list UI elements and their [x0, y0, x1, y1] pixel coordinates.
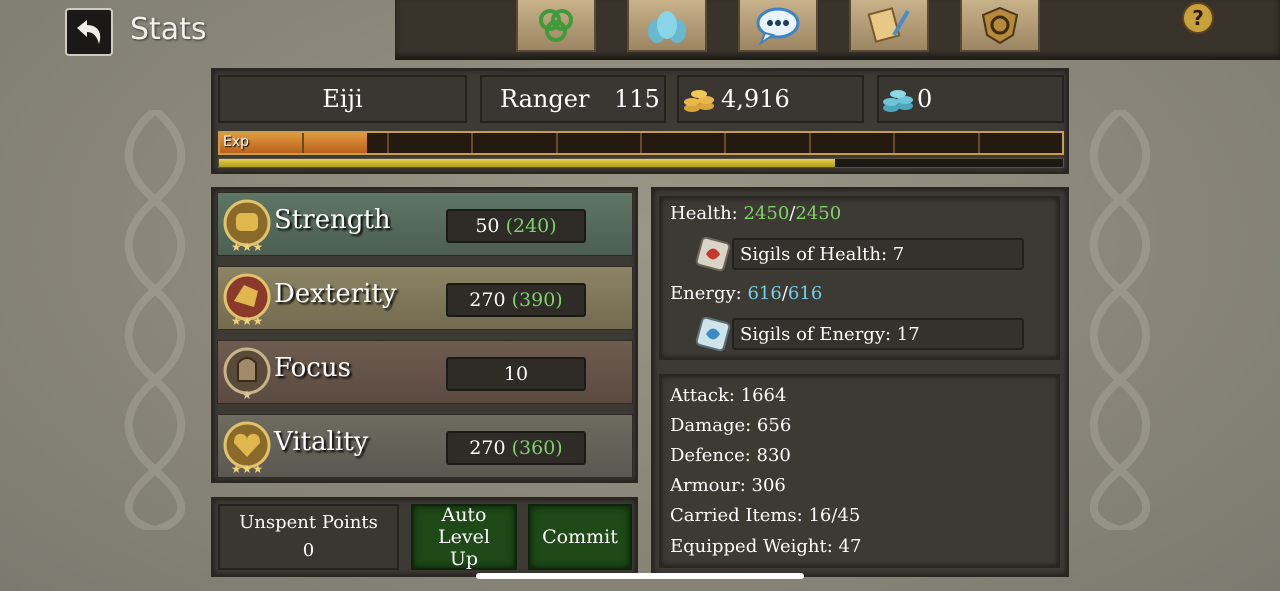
stat-name: Dexterity	[274, 279, 397, 309]
gold-amount: 4,916	[721, 85, 790, 113]
svg-text:★★★: ★★★	[231, 314, 263, 327]
health-line: Health: 2450/2450	[670, 203, 841, 224]
attribute-equipped-weight: Equipped Weight: 47	[670, 536, 862, 557]
stat-name: Strength	[274, 205, 391, 235]
dexterity-gauntlet-icon: ★★★	[223, 273, 271, 327]
svg-text:★★★: ★★★	[231, 462, 263, 475]
attribute-defence: Defence: 830	[670, 445, 791, 466]
svg-text:★: ★	[242, 388, 253, 401]
auto-level-up-button[interactable]: Auto Level Up	[411, 504, 517, 570]
crystals-amount: 0	[917, 85, 933, 113]
stat-base: 270	[469, 437, 506, 459]
celtic-knot-right-decoration	[1089, 110, 1151, 530]
quest-scroll-icon	[867, 7, 910, 43]
energy-line: Energy: 616/616	[670, 283, 822, 304]
sigils-energy-box: Sigils of Energy: 17	[732, 318, 1024, 350]
health-sigil-icon	[695, 236, 731, 272]
crystals-box: 0	[877, 75, 1064, 123]
exp-sub-bar-fill	[219, 159, 836, 167]
energy-label: Energy:	[670, 283, 742, 304]
class-level-box: Ranger 115	[480, 75, 666, 123]
sigils-energy-text: Sigils of Energy: 17	[740, 324, 920, 345]
unspent-points-label: Unspent Points	[239, 512, 378, 533]
energy-max: 616	[787, 283, 823, 304]
celtic-knot-left-decoration	[124, 110, 186, 530]
tab-chat[interactable]	[738, 0, 818, 52]
top-tab-bar	[395, 0, 1280, 60]
character-class: Ranger	[500, 85, 590, 113]
stat-value-box: 270 (390)	[446, 283, 586, 317]
stat-row-strength[interactable]: ★★★ Strength 50 (240)	[217, 192, 633, 256]
health-current: 2450	[743, 203, 790, 224]
sigils-health-box: Sigils of Health: 7	[732, 238, 1024, 270]
stat-row-dexterity[interactable]: ★★★ Dexterity 270 (390)	[217, 266, 633, 330]
tab-guild[interactable]	[960, 0, 1040, 52]
page-title: Stats	[130, 12, 207, 47]
commit-label: Commit	[542, 526, 618, 548]
vitality-heart-icon: ★★★	[223, 421, 271, 475]
commit-button[interactable]: Commit	[528, 504, 632, 570]
gold-coins-icon	[684, 90, 714, 112]
help-button[interactable]: ?	[1182, 2, 1214, 34]
stat-value-box: 10	[446, 357, 586, 391]
stat-name: Vitality	[274, 427, 369, 457]
attribute-armour: Armour: 306	[670, 475, 786, 496]
sigils-health-text: Sigils of Health: 7	[740, 244, 905, 265]
stat-value-box: 270 (360)	[446, 431, 586, 465]
tab-quests[interactable]	[849, 0, 929, 52]
health-label: Health:	[670, 203, 738, 224]
character-level: 115	[614, 85, 660, 113]
character-name-text: Eiji	[322, 85, 363, 113]
focus-helm-icon: ★	[223, 347, 271, 401]
crystal-coins-icon	[883, 90, 913, 112]
stat-row-focus[interactable]: ★ Focus 10	[217, 340, 633, 404]
stat-value-box: 50 (240)	[446, 209, 586, 243]
guild-shield-icon	[981, 6, 1019, 45]
stat-row-vitality[interactable]: ★★★ Vitality 270 (360)	[217, 414, 633, 478]
tab-skills[interactable]	[516, 0, 596, 52]
chat-icon	[756, 7, 800, 45]
svg-text:★★★: ★★★	[231, 240, 263, 253]
energy-current: 616	[747, 283, 782, 304]
stat-name: Focus	[274, 353, 351, 383]
auto-level-up-label: Auto Level Up	[438, 504, 490, 570]
character-name: Eiji	[218, 75, 467, 123]
attribute-damage: Damage: 656	[670, 415, 792, 436]
energy-sigil-icon	[695, 316, 731, 352]
stat-base: 50	[475, 215, 500, 237]
exp-sub-bar	[218, 158, 1064, 168]
exp-bar: Exp	[218, 131, 1064, 155]
tab-party[interactable]	[627, 0, 707, 52]
triskelion-icon	[539, 9, 573, 42]
health-max: 2450	[795, 203, 842, 224]
exp-label: Exp	[223, 134, 250, 150]
strength-fist-icon: ★★★	[223, 199, 271, 253]
back-button[interactable]	[65, 8, 113, 56]
stat-base: 270	[469, 289, 506, 311]
gold-box: 4,916	[677, 75, 864, 123]
unspent-points-value: 0	[302, 540, 315, 561]
back-arrow-icon	[77, 20, 101, 44]
unspent-points-box: Unspent Points 0	[218, 504, 399, 570]
attribute-carried-items: Carried Items: 16/45	[670, 505, 861, 526]
stat-base: 10	[503, 363, 529, 385]
home-indicator[interactable]	[476, 573, 804, 579]
stat-total: (240)	[505, 215, 557, 237]
attribute-attack: Attack: 1664	[670, 385, 787, 406]
stat-total: (360)	[511, 437, 563, 459]
stat-total: (390)	[511, 289, 563, 311]
party-icon	[648, 11, 686, 43]
